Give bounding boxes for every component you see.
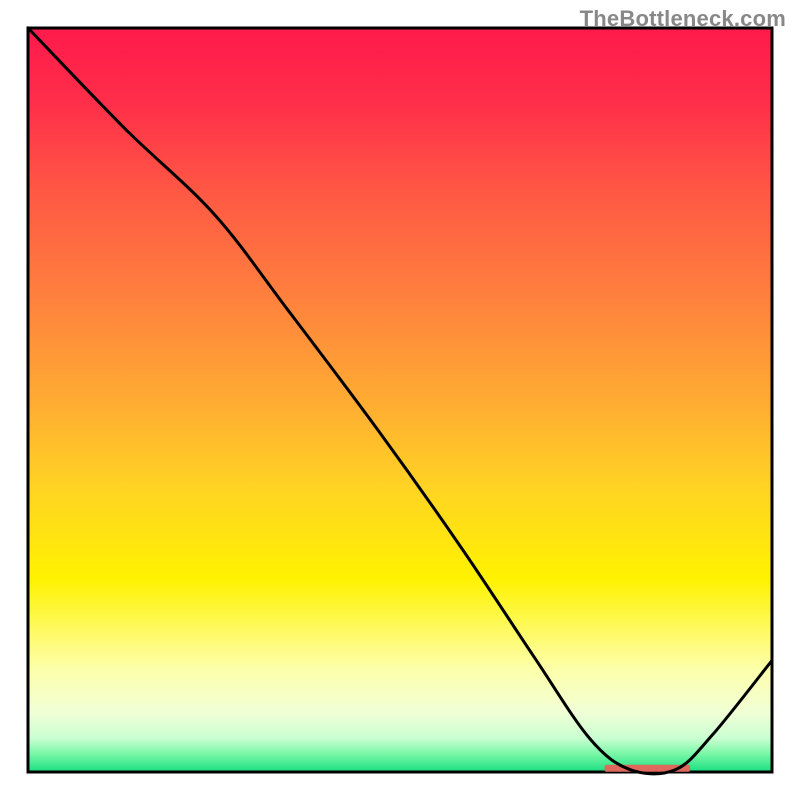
- chart-background: [28, 28, 772, 772]
- watermark-text: TheBottleneck.com: [580, 6, 786, 32]
- chart-svg: [0, 0, 800, 800]
- bottleneck-chart: TheBottleneck.com: [0, 0, 800, 800]
